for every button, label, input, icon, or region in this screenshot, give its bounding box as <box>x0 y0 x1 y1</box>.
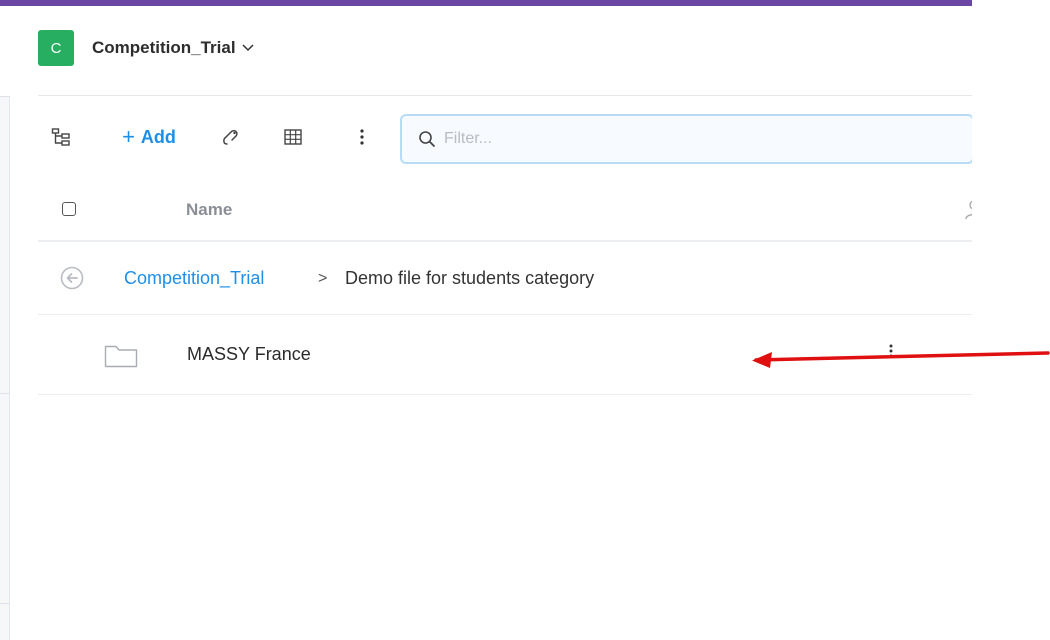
folder-icon <box>104 344 138 373</box>
breadcrumb-separator: > <box>318 270 328 287</box>
back-arrow-icon[interactable] <box>60 266 84 295</box>
annotation-arrow-icon <box>752 351 1050 368</box>
toolbar: + Add <box>38 110 974 164</box>
add-button[interactable]: + Add <box>114 119 184 155</box>
left-edge-divider <box>0 603 9 604</box>
tree-view-icon[interactable] <box>46 119 76 155</box>
main-panel: C Competition_Trial + Add Filter... Name… <box>10 6 978 640</box>
right-margin <box>972 0 1050 640</box>
chevron-down-icon[interactable] <box>242 42 254 54</box>
left-edge-divider <box>0 96 9 97</box>
filter-input[interactable] <box>442 129 846 149</box>
row-name[interactable]: MASSY France <box>187 344 311 365</box>
breadcrumb: Competition_Trial > Demo file for studen… <box>38 242 972 315</box>
breadcrumb-root-link[interactable]: Competition_Trial <box>124 268 264 289</box>
filter-search-box[interactable] <box>400 114 974 164</box>
project-header: C Competition_Trial <box>38 30 254 66</box>
select-all-checkbox[interactable] <box>62 202 76 216</box>
more-options-icon[interactable] <box>352 119 372 155</box>
add-button-label: Add <box>140 126 176 147</box>
left-edge-divider <box>0 393 9 394</box>
column-header-name[interactable]: Name <box>186 200 232 220</box>
grid-view-icon[interactable] <box>278 119 308 155</box>
plus-icon: + <box>122 124 135 149</box>
project-avatar[interactable]: C <box>38 30 74 66</box>
left-sidebar-edge <box>0 96 10 640</box>
project-title[interactable]: Competition_Trial <box>92 38 236 58</box>
search-icon <box>418 130 436 148</box>
header-divider <box>38 95 972 96</box>
link-icon[interactable] <box>216 119 246 155</box>
breadcrumb-current: Demo file for students category <box>345 268 595 288</box>
table-header: Name <box>38 184 978 242</box>
